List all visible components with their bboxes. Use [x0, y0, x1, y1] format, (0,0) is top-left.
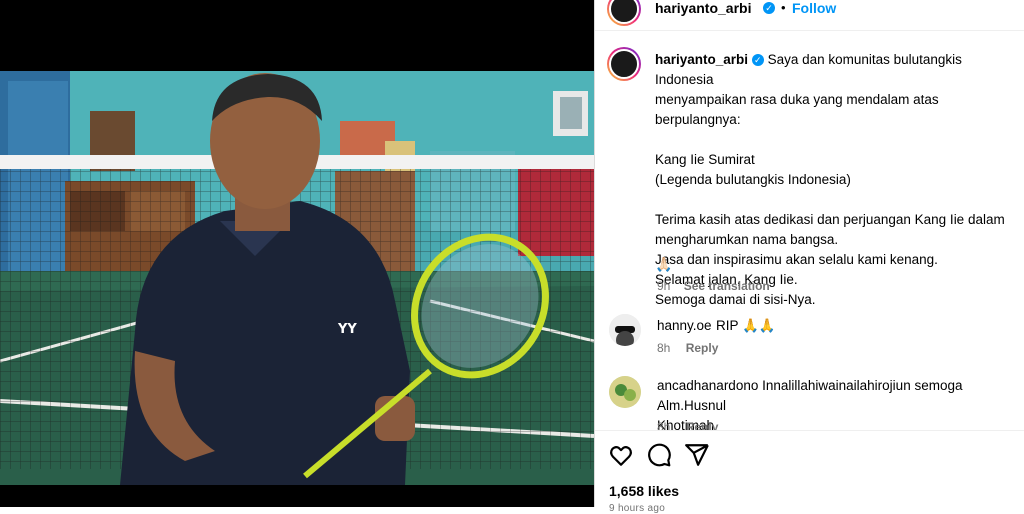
- comment-icon[interactable]: [646, 442, 672, 468]
- caption-time[interactable]: 9h: [657, 279, 670, 293]
- caption-emoji: 🙏🏻: [655, 256, 673, 272]
- caption-line: Jasa dan inspirasimu akan selalu kami ke…: [655, 252, 938, 267]
- action-bar: 1,658 likes 9 hours ago: [595, 430, 1024, 514]
- post-time: 9 hours ago: [609, 503, 666, 514]
- share-icon[interactable]: [684, 442, 710, 468]
- comment-username[interactable]: ancadhanardono: [657, 378, 758, 393]
- caption-line: mengharumkan nama bangsa.: [655, 232, 839, 247]
- separator-dot: •: [781, 0, 786, 15]
- see-translation-button[interactable]: See translation: [684, 279, 770, 293]
- caption-line: Terima kasih atas dedikasi dan perjuanga…: [655, 212, 1005, 227]
- likes-count[interactable]: 1,658 likes: [609, 483, 679, 499]
- post-header: hariyanto_arbi ✓ • Follow: [595, 0, 1024, 31]
- comment-avatar[interactable]: [609, 314, 641, 346]
- caption-line: (Legenda bulutangkis Indonesia): [655, 172, 851, 187]
- caption-blank: [655, 130, 1020, 150]
- author-avatar[interactable]: [607, 0, 641, 26]
- caption-line: Kang Iie Sumirat: [655, 152, 755, 167]
- author-username[interactable]: hariyanto_arbi: [655, 0, 751, 16]
- verified-icon: ✓: [763, 2, 775, 14]
- post-panel: hariyanto_arbi ✓ • Follow hariyanto_arbi…: [594, 0, 1024, 514]
- caption-blank: [655, 190, 1020, 210]
- reply-button[interactable]: Reply: [686, 341, 719, 355]
- caption-line: Semoga damai di sisi-Nya.: [655, 292, 816, 307]
- post-photo: YY: [0, 71, 594, 485]
- follow-button[interactable]: Follow: [792, 0, 836, 16]
- caption-line-1: hariyanto_arbi ✓ Saya dan komunitas bulu…: [655, 50, 1020, 90]
- caption: hariyanto_arbi ✓ Saya dan komunitas bulu…: [655, 50, 1020, 310]
- caption-meta: 9h See translation: [657, 279, 770, 293]
- comment-time[interactable]: 8h: [657, 341, 670, 355]
- post-media[interactable]: YY: [0, 0, 594, 507]
- svg-text:YY: YY: [337, 322, 357, 337]
- comment-line: ancadhanardono Innalillahiwainailahiroji…: [657, 376, 1017, 416]
- verified-icon: ✓: [751, 54, 764, 67]
- caption-username[interactable]: hariyanto_arbi: [655, 52, 748, 67]
- caption-line: menyampaikan rasa duka yang mendalam ata…: [655, 92, 939, 127]
- comment-avatar[interactable]: [609, 376, 641, 408]
- comment-username[interactable]: hanny.oe: [657, 318, 712, 333]
- comment: hanny.oe RIP 🙏🙏: [657, 316, 776, 336]
- caption-avatar[interactable]: [607, 47, 641, 81]
- comment-meta: 8h Reply: [657, 341, 718, 355]
- comment-text: RIP 🙏🙏: [716, 318, 776, 333]
- heart-icon[interactable]: [608, 442, 634, 468]
